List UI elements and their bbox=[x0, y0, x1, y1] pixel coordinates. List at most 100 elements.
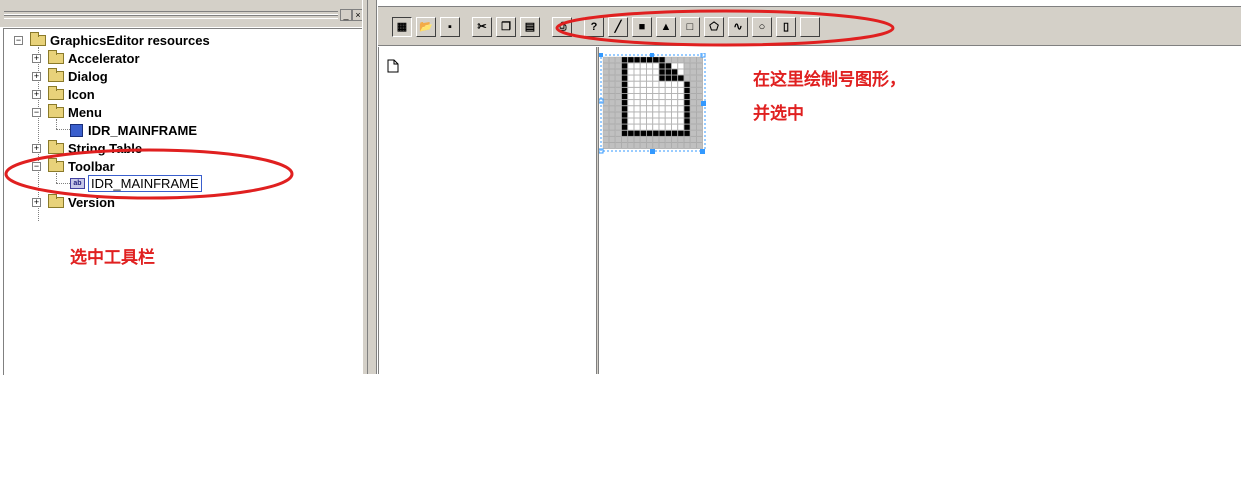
expand-icon[interactable]: + bbox=[32, 90, 41, 99]
pixel-cell[interactable] bbox=[646, 69, 653, 75]
pixel-cell[interactable] bbox=[609, 136, 616, 143]
pixel-cell[interactable] bbox=[609, 142, 616, 149]
pixel-cell[interactable] bbox=[652, 69, 659, 75]
paste-icon[interactable]: ▤ bbox=[520, 17, 540, 37]
pixel-cell[interactable] bbox=[677, 75, 684, 82]
pixel-cell[interactable] bbox=[671, 112, 678, 118]
pixel-cell[interactable] bbox=[627, 112, 634, 118]
pixel-cell[interactable] bbox=[659, 105, 666, 112]
pixel-cell[interactable] bbox=[602, 56, 609, 63]
pixel-cell[interactable] bbox=[621, 136, 628, 143]
pixel-cell[interactable] bbox=[671, 93, 678, 100]
pixel-cell[interactable] bbox=[684, 112, 691, 118]
pixel-cell[interactable] bbox=[659, 136, 666, 143]
pixel-cell[interactable] bbox=[602, 87, 609, 94]
pixel-cell[interactable] bbox=[609, 81, 616, 88]
pixel-cell[interactable] bbox=[621, 112, 628, 118]
pixel-cell[interactable] bbox=[690, 105, 697, 112]
pixel-cell[interactable] bbox=[652, 124, 659, 131]
pixel-cell[interactable] bbox=[634, 136, 641, 143]
pixel-cell[interactable] bbox=[665, 62, 672, 69]
pixel-cell[interactable] bbox=[696, 136, 703, 143]
pixel-cell[interactable] bbox=[621, 81, 628, 88]
pixel-cell[interactable] bbox=[634, 56, 641, 63]
pixel-cell[interactable] bbox=[690, 69, 697, 75]
select-icon[interactable]: ▦ bbox=[392, 17, 412, 37]
pixel-cell[interactable] bbox=[609, 93, 616, 100]
pixel-cell[interactable] bbox=[640, 124, 647, 131]
pixel-cell[interactable] bbox=[696, 142, 703, 149]
pixel-cell[interactable] bbox=[609, 124, 616, 131]
pixel-cell[interactable] bbox=[646, 112, 653, 118]
pixel-cell[interactable] bbox=[646, 75, 653, 82]
pixel-cell[interactable] bbox=[690, 136, 697, 143]
pixel-cell[interactable] bbox=[621, 142, 628, 149]
pixel-cell[interactable] bbox=[634, 112, 641, 118]
pixel-cell[interactable] bbox=[671, 142, 678, 149]
pixel-cell[interactable] bbox=[602, 130, 609, 137]
pixel-cell[interactable] bbox=[602, 81, 609, 88]
pixel-cell[interactable] bbox=[671, 56, 678, 63]
pixel-cell[interactable] bbox=[677, 93, 684, 100]
pixel-cell[interactable] bbox=[690, 112, 697, 118]
pixel-cell[interactable] bbox=[609, 112, 616, 118]
pixel-cell[interactable] bbox=[696, 130, 703, 137]
pixel-cell[interactable] bbox=[671, 75, 678, 82]
pixel-cell[interactable] bbox=[684, 130, 691, 137]
pixel-cell[interactable] bbox=[665, 130, 672, 137]
pixel-cell[interactable] bbox=[652, 87, 659, 94]
pixel-cell[interactable] bbox=[684, 142, 691, 149]
pixel-cell[interactable] bbox=[609, 87, 616, 94]
pixel-cell[interactable] bbox=[677, 136, 684, 143]
pixel-cell[interactable] bbox=[696, 62, 703, 69]
pixel-cell[interactable] bbox=[652, 130, 659, 137]
pixel-cell[interactable] bbox=[634, 142, 641, 149]
pixel-cell[interactable] bbox=[652, 136, 659, 143]
pixel-cell[interactable] bbox=[646, 99, 653, 106]
pixel-cell[interactable] bbox=[640, 93, 647, 100]
pixel-cell[interactable] bbox=[634, 130, 641, 137]
pixel-cell[interactable] bbox=[621, 99, 628, 106]
pixel-cell[interactable] bbox=[615, 99, 622, 106]
pixel-cell[interactable] bbox=[696, 69, 703, 75]
pixel-cell[interactable] bbox=[665, 93, 672, 100]
pixel-cell[interactable] bbox=[627, 56, 634, 63]
pixel-cell[interactable] bbox=[609, 62, 616, 69]
pixel-cell[interactable] bbox=[615, 105, 622, 112]
pixel-cell[interactable] bbox=[609, 130, 616, 137]
pixel-cell[interactable] bbox=[659, 99, 666, 106]
cut-icon[interactable]: ✂ bbox=[472, 17, 492, 37]
pixel-cell[interactable] bbox=[659, 56, 666, 63]
pixel-cell[interactable] bbox=[665, 136, 672, 143]
pixel-cell[interactable] bbox=[659, 93, 666, 100]
pixel-cell[interactable] bbox=[609, 69, 616, 75]
pixel-cell[interactable] bbox=[602, 69, 609, 75]
pixel-cell[interactable] bbox=[615, 130, 622, 137]
pixel-cell[interactable] bbox=[677, 62, 684, 69]
pixel-cell[interactable] bbox=[634, 62, 641, 69]
pixel-cell[interactable] bbox=[615, 142, 622, 149]
pixel-cell[interactable] bbox=[665, 105, 672, 112]
pixel-cell[interactable] bbox=[640, 130, 647, 137]
pixel-cell[interactable] bbox=[671, 99, 678, 106]
pixel-cell[interactable] bbox=[627, 142, 634, 149]
pixel-cell[interactable] bbox=[640, 69, 647, 75]
pixel-cell[interactable] bbox=[615, 56, 622, 63]
pixel-cell[interactable] bbox=[602, 118, 609, 124]
pixel-cell[interactable] bbox=[627, 75, 634, 82]
pixel-cell[interactable] bbox=[696, 93, 703, 100]
tree-item-menu[interactable]: − Menu bbox=[32, 103, 102, 121]
pixel-cell[interactable] bbox=[609, 75, 616, 82]
pixel-cell[interactable] bbox=[615, 81, 622, 88]
pixel-cell[interactable] bbox=[627, 105, 634, 112]
pixel-cell[interactable] bbox=[615, 69, 622, 75]
pixel-cell[interactable] bbox=[634, 93, 641, 100]
pixel-cell[interactable] bbox=[602, 75, 609, 82]
pixel-cell[interactable] bbox=[677, 81, 684, 88]
pixel-cell[interactable] bbox=[677, 112, 684, 118]
pixel-cell[interactable] bbox=[627, 124, 634, 131]
pixel-cell[interactable] bbox=[602, 124, 609, 131]
pixel-cell[interactable] bbox=[621, 69, 628, 75]
pixel-cell[interactable] bbox=[671, 81, 678, 88]
pane-grip[interactable] bbox=[4, 15, 338, 19]
